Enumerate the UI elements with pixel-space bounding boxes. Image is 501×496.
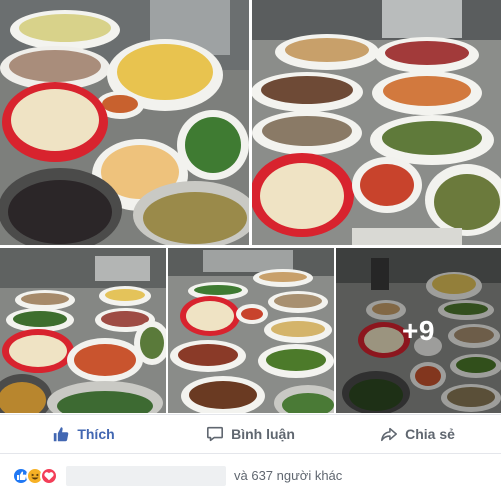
more-photos-overlay[interactable]: +9 xyxy=(336,248,501,413)
reaction-icons xyxy=(12,466,58,485)
comment-button[interactable]: Bình luận xyxy=(167,415,334,453)
photo-grid: +9 xyxy=(0,0,501,413)
reaction-names-redacted xyxy=(66,465,226,486)
food-photo-5[interactable]: +9 xyxy=(336,248,501,413)
food-photo-2[interactable] xyxy=(252,0,501,245)
share-label: Chia sẻ xyxy=(405,426,455,442)
thumbs-up-icon xyxy=(52,425,70,443)
food-photo-1[interactable] xyxy=(0,0,249,245)
like-button[interactable]: Thích xyxy=(0,415,167,453)
comment-icon xyxy=(206,425,224,443)
comment-label: Bình luận xyxy=(231,426,295,442)
share-button[interactable]: Chia sẻ xyxy=(334,415,501,453)
more-photos-count: +9 xyxy=(402,314,435,346)
post-action-bar: Thích Bình luận Chia sẻ xyxy=(0,414,501,454)
food-photo-4[interactable] xyxy=(168,248,334,413)
love-reaction-icon xyxy=(40,466,58,485)
share-icon xyxy=(380,425,398,443)
reaction-others-count[interactable]: và 637 người khác xyxy=(234,468,342,483)
reactions-summary[interactable]: và 637 người khác xyxy=(0,455,501,496)
food-photo-3[interactable] xyxy=(0,248,166,413)
like-label: Thích xyxy=(77,426,115,442)
